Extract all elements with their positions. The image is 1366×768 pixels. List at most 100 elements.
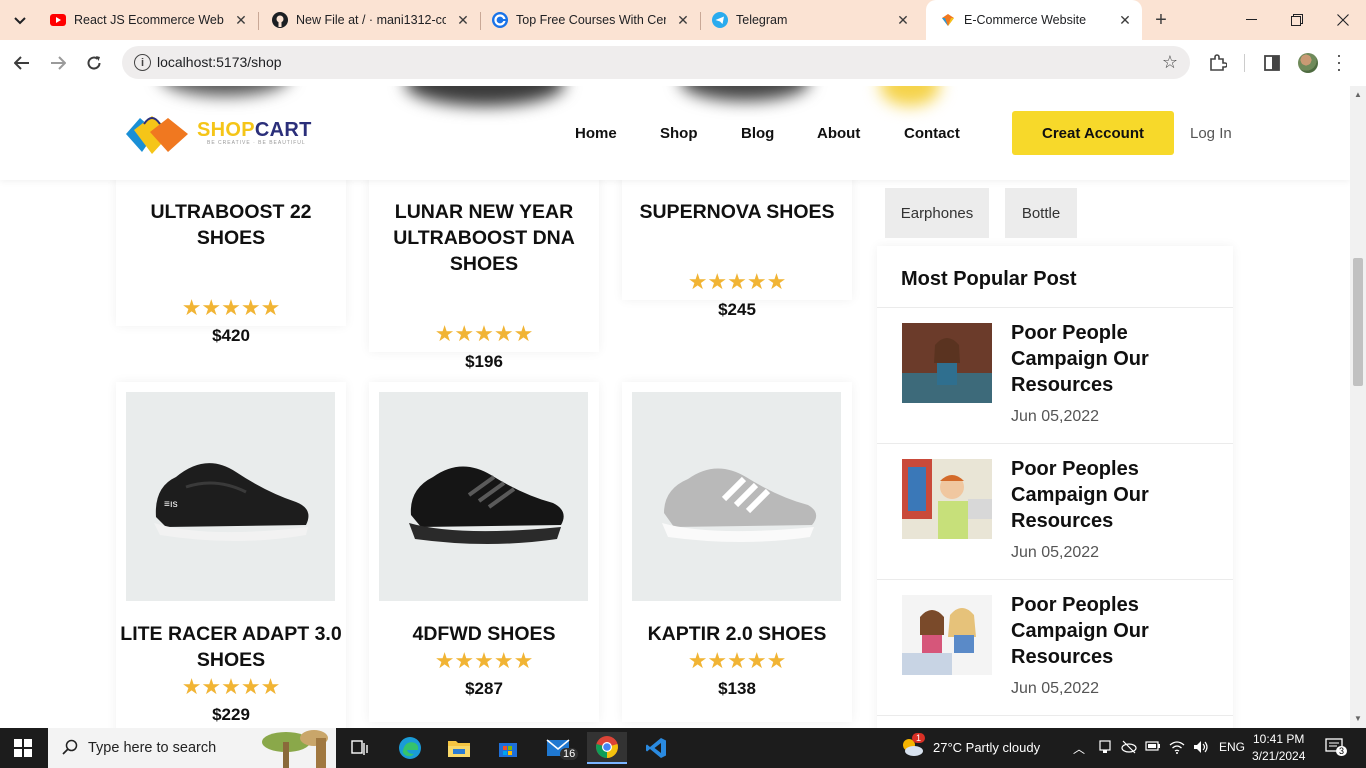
popular-post[interactable]: Poor Peoples Campaign Our Resources Jun … (877, 443, 1233, 579)
close-icon[interactable]: ✕ (674, 11, 692, 29)
popular-post[interactable]: Poor Peoples Campaign Our Resources Jun … (877, 579, 1233, 715)
post-thumbnail-girl-reading[interactable] (902, 323, 992, 403)
product-image[interactable] (379, 392, 588, 601)
nav-blog[interactable]: Blog (741, 125, 774, 142)
arrow-left-icon (14, 56, 29, 70)
system-clock[interactable]: 10:41 PM 3/21/2024 (1252, 731, 1305, 765)
restore-button[interactable] (1274, 0, 1320, 40)
scroll-down-icon[interactable]: ▼ (1354, 714, 1362, 723)
close-window-button[interactable] (1320, 0, 1366, 40)
logo-cart: CART (254, 119, 312, 141)
wifi-icon[interactable] (1169, 740, 1185, 757)
scrolled-image-shadow (405, 86, 565, 106)
product-card[interactable]: ≡ıs LITE RACER ADAPT 3.0 SHOES ★★★★★ $22… (116, 382, 346, 728)
minimize-button[interactable] (1228, 0, 1274, 40)
close-icon[interactable]: ✕ (232, 11, 250, 29)
post-thumbnail-girls-laptop[interactable] (902, 595, 992, 675)
close-icon[interactable]: ✕ (454, 11, 472, 29)
language-indicator[interactable]: ENG (1219, 740, 1245, 754)
rating-stars: ★★★★★ (181, 295, 281, 320)
task-view-button[interactable] (340, 732, 380, 764)
product-image[interactable]: ≡ıs (126, 392, 335, 601)
scrollbar-thumb[interactable] (1353, 258, 1363, 386)
popular-post[interactable] (877, 715, 1233, 728)
post-date: Jun 05,2022 (1011, 680, 1100, 697)
bookmark-star-icon[interactable]: ☆ (1162, 52, 1178, 73)
product-name: KAPTIR 2.0 SHOES (622, 621, 852, 647)
logo-shop: SHOP (197, 119, 255, 141)
file-explorer-app[interactable] (439, 732, 479, 764)
extensions-button[interactable] (1208, 53, 1228, 73)
mail-app[interactable]: 16 (538, 732, 579, 764)
popular-posts-title: Most Popular Post (901, 268, 1077, 290)
browser-menu-icon[interactable]: · · · (1336, 46, 1342, 78)
vscode-app[interactable] (636, 732, 676, 764)
edge-app[interactable] (390, 732, 430, 764)
search-highlight-tree-illustration (262, 730, 328, 768)
product-image[interactable] (632, 392, 841, 601)
notification-center-button[interactable]: 3 (1325, 738, 1348, 759)
nav-about[interactable]: About (817, 125, 860, 142)
popular-post[interactable]: Poor People Campaign Our Resources Jun 0… (877, 307, 1233, 443)
tab-title: React JS Ecommerce Website (74, 13, 224, 27)
forward-button[interactable] (44, 49, 72, 77)
windows-start-button[interactable] (14, 739, 32, 757)
scroll-up-icon[interactable]: ▲ (1354, 90, 1362, 99)
volume-icon[interactable] (1193, 740, 1209, 757)
tab-github[interactable]: New File at / · mani1312-code ✕ (258, 0, 480, 40)
close-icon[interactable]: ✕ (894, 11, 912, 29)
weather-text[interactable]: 27°C Partly cloudy (933, 740, 1040, 755)
microsoft-store-app[interactable] (488, 732, 528, 764)
search-icon (62, 739, 78, 759)
address-bar[interactable]: i localhost:5173/shop ☆ (122, 46, 1190, 79)
search-placeholder: Type here to search (88, 740, 217, 756)
post-title-line: Poor People (1011, 322, 1128, 344)
tag-bottle[interactable]: Bottle (1005, 188, 1077, 238)
clock-time: 10:41 PM (1253, 732, 1305, 746)
product-name-line: SHOES (449, 253, 519, 275)
minimize-icon (1245, 19, 1257, 20)
product-price: $229 (212, 705, 250, 724)
product-card[interactable]: 4DFWD SHOES ★★★★★ $287 (369, 382, 599, 722)
taskbar-search-box[interactable]: Type here to search (48, 728, 336, 768)
post-title-line: Resources (1011, 374, 1114, 396)
profile-avatar[interactable] (1298, 53, 1318, 73)
chevron-up-icon[interactable]: ︿ (1073, 740, 1085, 757)
black-sneaker-image: ≡ıs (153, 462, 308, 541)
post-thumbnail-boy-computer[interactable] (902, 459, 992, 539)
rating-stars: ★★★★★ (687, 648, 787, 673)
clock-date: 3/21/2024 (1252, 749, 1306, 763)
back-button[interactable] (8, 49, 36, 77)
tag-earphones[interactable]: Earphones (885, 188, 989, 238)
url-text[interactable]: localhost:5173/shop (157, 54, 282, 70)
site-logo[interactable]: SHOPCART BE CREATIVE · BE BEAUTIFUL (122, 110, 322, 158)
chrome-app[interactable] (587, 732, 627, 764)
tab-courses[interactable]: Top Free Courses With Certificate ✕ (478, 0, 700, 40)
login-link[interactable]: Log In (1190, 125, 1232, 142)
new-tab-button[interactable]: + (1150, 9, 1172, 31)
weather-icon[interactable]: 1 (900, 733, 926, 761)
nav-contact[interactable]: Contact (904, 125, 960, 142)
side-panel-button[interactable] (1262, 53, 1282, 73)
create-account-button[interactable]: Creat Account (1012, 111, 1174, 155)
tab-search-button[interactable] (6, 7, 34, 35)
cloud-offline-icon[interactable] (1121, 740, 1137, 757)
grey-sneaker-image (661, 467, 816, 542)
close-icon[interactable]: ✕ (1116, 11, 1134, 29)
page-scrollbar[interactable]: ▲ ▼ (1350, 86, 1366, 728)
nav-home[interactable]: Home (575, 125, 617, 142)
battery-icon[interactable] (1145, 740, 1161, 755)
site-info-icon[interactable]: i (134, 54, 151, 71)
puzzle-icon (1210, 54, 1227, 71)
product-card[interactable]: KAPTIR 2.0 SHOES ★★★★★ $138 (622, 382, 852, 722)
reload-button[interactable] (80, 49, 108, 77)
site-header: SHOPCART BE CREATIVE · BE BEAUTIFUL Home… (0, 86, 1350, 180)
network-device-icon[interactable] (1098, 740, 1112, 757)
tab-youtube[interactable]: React JS Ecommerce Website ✕ (36, 0, 258, 40)
nav-shop[interactable]: Shop (660, 125, 698, 142)
post-title-line: Resources (1011, 510, 1114, 532)
tab-telegram[interactable]: Telegram ✕ (698, 0, 920, 40)
product-name: SUPERNOVA SHOES (622, 199, 852, 225)
chevron-down-icon (14, 17, 26, 25)
tab-ecommerce-active[interactable]: E-Commerce Website ✕ (926, 0, 1142, 40)
